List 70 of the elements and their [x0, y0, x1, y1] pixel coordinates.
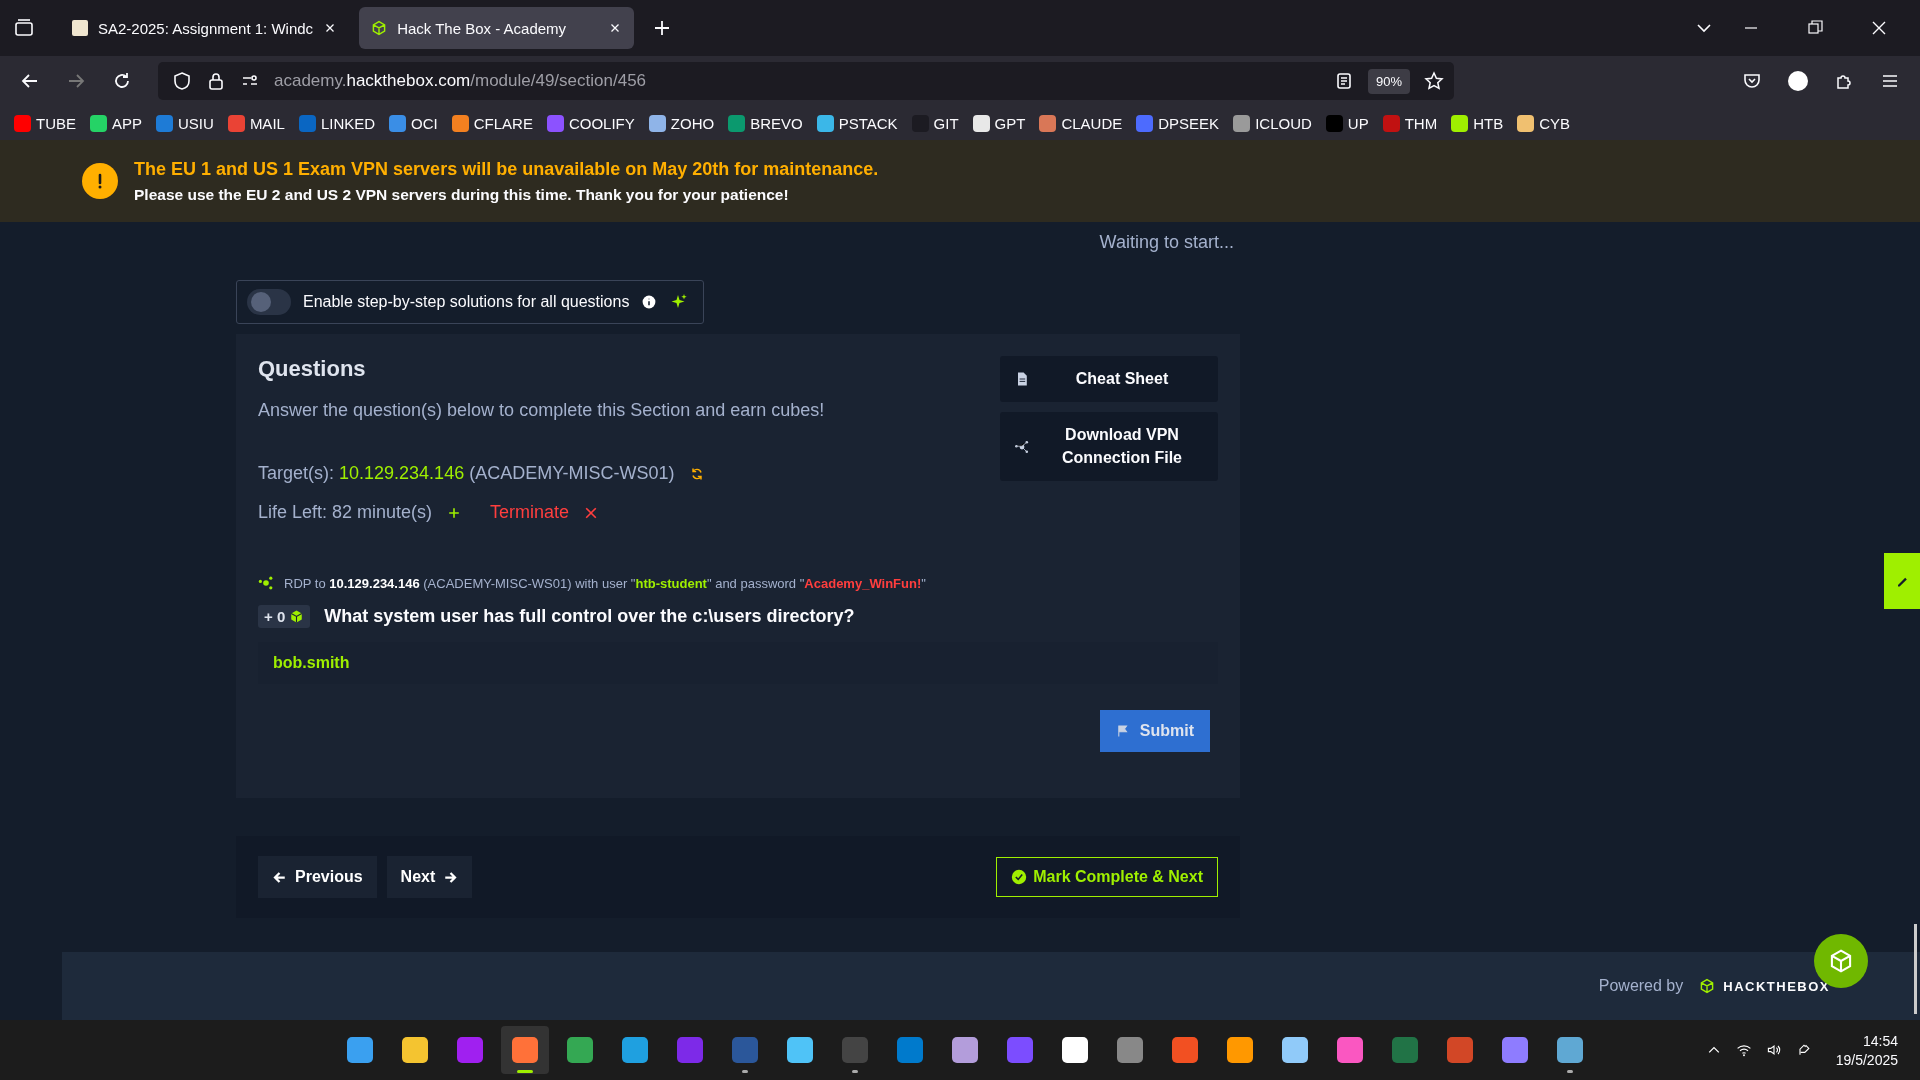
- account-avatar[interactable]: [1788, 71, 1808, 91]
- bookmark-item[interactable]: GPT: [972, 114, 1026, 132]
- bookmark-item[interactable]: CYB: [1517, 114, 1570, 132]
- pocket-icon[interactable]: [1742, 71, 1762, 91]
- download-vpn-button[interactable]: Download VPN Connection File: [1000, 412, 1218, 482]
- clock-date[interactable]: 19/5/2025: [1835, 1051, 1898, 1068]
- notice-title: The EU 1 and US 1 Exam VPN servers will be unavailable on May 20th for maintenance.: [134, 158, 879, 180]
- rdp-instructions: RDP to 10.129.234.146 (ACADEMY-MISC-WS01) with user "htb-student" and password "Academy_WinFun!": [284, 575, 926, 591]
- cube-icon: [1699, 978, 1716, 994]
- status-text: Waiting to start...: [1099, 232, 1234, 254]
- lock-icon: [206, 71, 226, 91]
- arrow-left-icon: [272, 869, 287, 885]
- clock-time[interactable]: 14:54: [1862, 1032, 1898, 1049]
- network-icon: [1014, 438, 1030, 455]
- wifi-icon[interactable]: [1735, 1042, 1752, 1058]
- bookmark-item[interactable]: TUBE: [14, 114, 76, 132]
- shield-icon: [172, 71, 192, 91]
- questions-subtitle: Answer the question(s) below to complete this Section and earn cubes!: [258, 400, 825, 421]
- site-favicon: [72, 20, 88, 36]
- brand-logo-text: HACKTHEBOX: [1723, 978, 1830, 994]
- bookmark-item[interactable]: ICLOUD: [1233, 114, 1312, 132]
- bookmark-item[interactable]: ZOHO: [648, 114, 715, 132]
- next-button[interactable]: Next: [386, 856, 473, 898]
- check-circle-icon: [1011, 869, 1028, 885]
- address-bar[interactable]: academy.hackthebox.com/module/49/section/456 90%: [158, 62, 1454, 100]
- bookmark-item[interactable]: DPSEEK: [1136, 114, 1220, 132]
- bookmark-item[interactable]: LINKED: [298, 114, 376, 132]
- target-text: Target(s): 10.129.234.146 (ACADEMY-MISC-WS01): [258, 463, 675, 484]
- reward-badge: + 0: [258, 605, 311, 628]
- bookmark-item[interactable]: UP: [1325, 114, 1369, 132]
- toggle-label: Enable step-by-step solutions for all questions: [303, 293, 630, 311]
- bookmark-item[interactable]: OCI: [389, 114, 438, 132]
- reload-icon[interactable]: [112, 71, 132, 91]
- toggle-switch[interactable]: [247, 289, 291, 315]
- cube-icon: [1828, 948, 1854, 974]
- bookmark-item[interactable]: COOLIFY: [546, 114, 635, 132]
- previous-button[interactable]: Previous: [258, 856, 377, 898]
- info-icon[interactable]: [641, 294, 658, 310]
- scrollbar-thumb[interactable]: [1914, 924, 1917, 1014]
- bookmark-item[interactable]: PSTACK: [816, 114, 898, 132]
- network-icon: [258, 575, 274, 591]
- flag-icon: [1115, 724, 1130, 738]
- terminate-link[interactable]: Terminate: [490, 502, 570, 523]
- bookmark-item[interactable]: HTB: [1451, 114, 1504, 132]
- bookmark-item[interactable]: CLAUDE: [1039, 114, 1123, 132]
- question-text: What system user has full control over the c:\users directory?: [324, 606, 855, 627]
- speaker-icon[interactable]: [1765, 1042, 1782, 1058]
- browser-tab[interactable]: SA2-2025: Assignment 1: Windc: [60, 7, 350, 49]
- arrow-right-icon: [443, 869, 459, 885]
- cheat-sheet-button[interactable]: Cheat Sheet: [1000, 356, 1218, 403]
- bookmark-item[interactable]: CFLARE: [451, 114, 533, 132]
- bookmark-item[interactable]: THM: [1382, 114, 1438, 132]
- browser-tab[interactable]: Hack The Box - Academy: [359, 7, 635, 49]
- life-left-text: Life Left: 82 minute(s): [258, 502, 433, 523]
- submit-button[interactable]: Submit: [1099, 710, 1210, 752]
- powered-by-text: Powered by: [1598, 977, 1684, 995]
- bookmark-item[interactable]: BREVO: [728, 114, 803, 132]
- bookmark-item[interactable]: MAIL: [227, 114, 285, 132]
- questions-heading: Questions: [258, 356, 366, 382]
- bookmark-item[interactable]: APP: [90, 114, 143, 132]
- bookmark-item[interactable]: GIT: [911, 114, 959, 132]
- notice-message: Please use the EU 2 and US 2 VPN servers during this time. Thank you for your patience!: [134, 185, 790, 204]
- warning-icon: [82, 163, 118, 199]
- bookmark-item[interactable]: USIU: [156, 114, 214, 132]
- mark-complete-button[interactable]: Mark Complete & Next: [996, 857, 1218, 897]
- cube-icon: [371, 20, 388, 36]
- zoom-level-button[interactable]: 90%: [1367, 68, 1410, 94]
- star-icon[interactable]: [1424, 71, 1444, 91]
- tab-list-icon[interactable]: [14, 18, 34, 38]
- url-text: academy.hackthebox.com/module/49/section/456: [274, 71, 647, 91]
